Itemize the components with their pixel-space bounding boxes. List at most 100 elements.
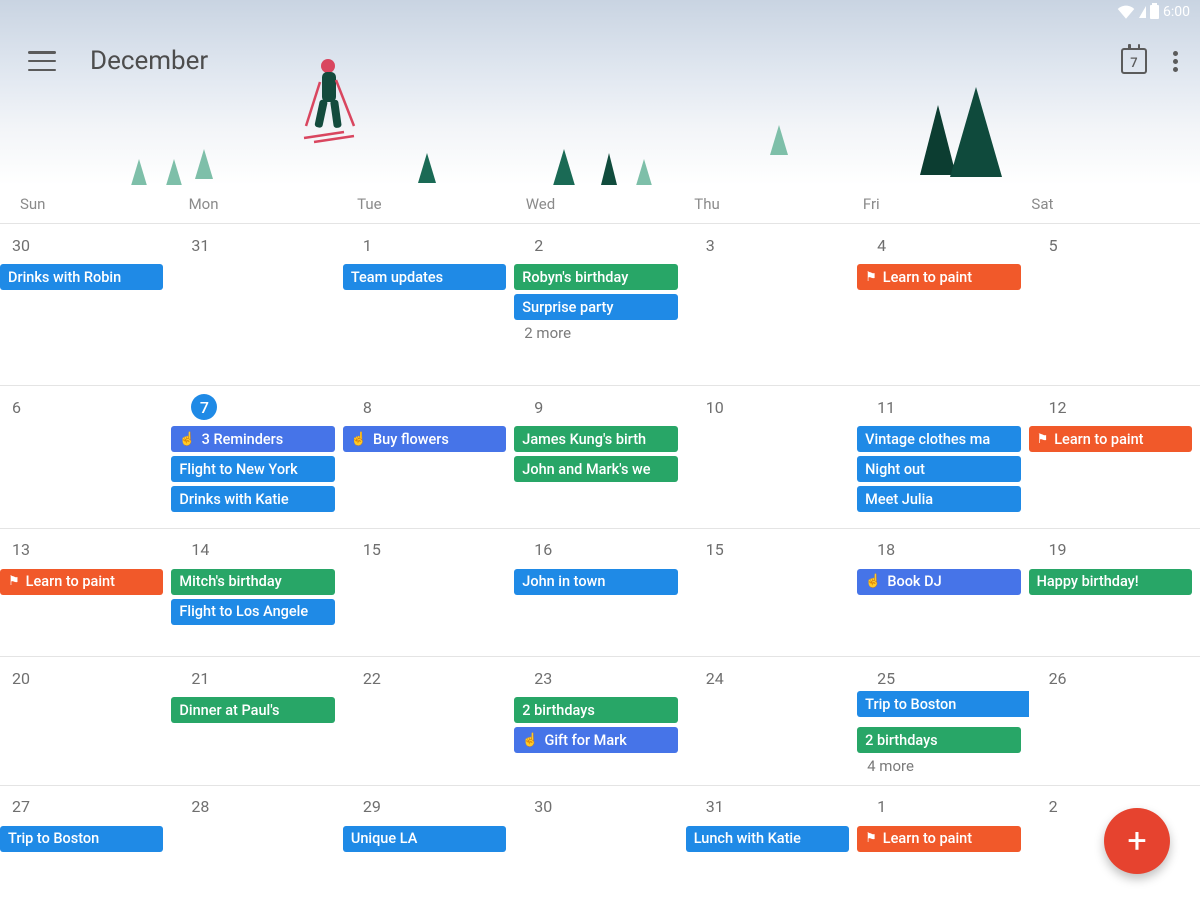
calendar-event[interactable]: James Kung's birth <box>514 426 677 452</box>
day-cell[interactable]: 12 ⚑Learn to paint <box>1029 386 1200 527</box>
weekday-header: Sat <box>1031 195 1200 213</box>
today-button[interactable]: 7 <box>1121 48 1147 74</box>
day-cell[interactable]: 15 <box>343 529 514 657</box>
events-container: ⚑Learn to paint <box>857 826 1024 852</box>
day-cell[interactable]: 1⚑Learn to paint <box>857 786 1028 900</box>
calendar-event[interactable]: Flight to Los Angele <box>171 599 334 625</box>
day-cell[interactable]: 19 Happy birthday! <box>1029 529 1200 657</box>
day-number: 30 <box>0 232 167 258</box>
day-number: 6 <box>0 394 167 420</box>
calendar-event[interactable]: Meet Julia <box>857 486 1020 512</box>
day-cell[interactable]: 2Robyn's birthdaySurprise party2 more <box>514 224 685 385</box>
day-cell[interactable]: 1Team updates <box>343 224 514 385</box>
more-events-link[interactable]: 2 more <box>514 320 681 342</box>
calendar-event[interactable]: 2 birthdays <box>857 727 1020 753</box>
event-title: 2 birthdays <box>865 732 938 749</box>
day-cell[interactable]: 232 birthdays☝Gift for Mark <box>514 657 685 785</box>
flag-icon: ⚑ <box>865 831 877 846</box>
create-event-fab[interactable]: + <box>1104 808 1170 874</box>
day-number: 9 <box>514 394 681 420</box>
day-cell[interactable]: 30 Drinks with Robin <box>0 224 171 385</box>
day-cell[interactable]: 13 ⚑Learn to paint <box>0 529 171 657</box>
calendar-event[interactable]: Happy birthday! <box>1029 569 1192 595</box>
tree-icon <box>600 153 618 185</box>
tree-icon <box>418 153 436 183</box>
day-cell[interactable]: 31 <box>171 224 342 385</box>
event-title: Book DJ <box>887 573 941 590</box>
events-container: ☝Buy flowers <box>343 426 510 452</box>
event-title: Surprise party <box>522 299 613 316</box>
calendar-event[interactable]: ☝3 Reminders <box>171 426 334 452</box>
calendar-event[interactable]: ☝Gift for Mark <box>514 727 677 753</box>
day-cell[interactable]: 14Mitch's birthdayFlight to Los Angele <box>171 529 342 657</box>
menu-button[interactable] <box>28 51 56 71</box>
calendar-event[interactable]: Dinner at Paul's <box>171 697 334 723</box>
calendar-event[interactable]: Robyn's birthday <box>514 264 677 290</box>
calendar-event[interactable]: 2 birthdays <box>514 697 677 723</box>
day-number: 26 <box>1029 665 1196 691</box>
event-title: Mitch's birthday <box>179 573 281 590</box>
tree-icon <box>770 125 788 155</box>
events-container: Drinks with Robin <box>0 264 167 290</box>
day-number: 13 <box>0 537 167 563</box>
day-number: 24 <box>686 665 853 691</box>
calendar-event[interactable]: Trip to Boston <box>0 826 163 852</box>
day-number: 12 <box>1029 394 1196 420</box>
calendar-event[interactable]: ⚑Learn to paint <box>1029 426 1192 452</box>
calendar-event[interactable]: ⚑Learn to paint <box>857 264 1020 290</box>
calendar-event[interactable]: John and Mark's we <box>514 456 677 482</box>
weekday-header: Tue <box>357 195 526 213</box>
day-cell[interactable]: 3 <box>686 224 857 385</box>
day-cell[interactable]: 28 <box>171 786 342 900</box>
more-events-link[interactable]: 4 more <box>857 753 1024 775</box>
day-cell[interactable]: 9 James Kung's birth John and Mark's we <box>514 386 685 527</box>
events-container: Team updates <box>343 264 510 290</box>
day-cell[interactable]: 25Trip to Boston2 birthdays4 more <box>857 657 1028 785</box>
overflow-menu-button[interactable] <box>1173 51 1178 72</box>
calendar-event[interactable]: ⚑Learn to paint <box>0 569 163 595</box>
day-cell[interactable]: 10 <box>686 386 857 527</box>
day-cell[interactable]: 22 <box>343 657 514 785</box>
calendar-event[interactable]: Vintage clothes ma <box>857 426 1020 452</box>
day-cell[interactable]: 16John in town <box>514 529 685 657</box>
weeks-container: 30Drinks with Robin311Team updates2Robyn… <box>0 223 1200 900</box>
day-cell[interactable]: 30 <box>514 786 685 900</box>
day-cell[interactable]: 20 <box>0 657 171 785</box>
day-number: 3 <box>686 232 853 258</box>
day-cell[interactable]: 5 <box>1029 224 1200 385</box>
calendar-event[interactable]: ☝Book DJ <box>857 569 1020 595</box>
day-number: 19 <box>1029 537 1196 563</box>
month-title[interactable]: December <box>90 46 208 76</box>
day-cell[interactable]: 15 <box>686 529 857 657</box>
calendar-event[interactable]: Night out <box>857 456 1020 482</box>
calendar-event[interactable]: ⚑Learn to paint <box>857 826 1020 852</box>
day-cell[interactable]: 7☝3 RemindersFlight to New YorkDrinks wi… <box>171 386 342 527</box>
day-cell[interactable]: 27Trip to Boston <box>0 786 171 900</box>
day-cell[interactable]: 26 <box>1029 657 1200 785</box>
day-cell[interactable]: 18☝Book DJ <box>857 529 1028 657</box>
calendar-event[interactable]: Drinks with Katie <box>171 486 334 512</box>
calendar-event[interactable]: Trip to Boston <box>857 691 1028 717</box>
event-title: Unique LA <box>351 830 417 847</box>
events-container: Happy birthday! <box>1029 569 1196 595</box>
calendar-event[interactable]: John in town <box>514 569 677 595</box>
day-cell[interactable]: 24 <box>686 657 857 785</box>
day-cell[interactable]: 4⚑Learn to paint <box>857 224 1028 385</box>
calendar-event[interactable]: Team updates <box>343 264 506 290</box>
day-cell[interactable]: 31Lunch with Katie <box>686 786 857 900</box>
calendar-event[interactable]: Unique LA <box>343 826 506 852</box>
day-cell[interactable]: 6 <box>0 386 171 527</box>
calendar-event[interactable]: Mitch's birthday <box>171 569 334 595</box>
day-cell[interactable]: 8☝Buy flowers <box>343 386 514 527</box>
week-row: 27Trip to Boston2829Unique LA3031Lunch w… <box>0 785 1200 900</box>
week-row: 2021Dinner at Paul's22232 birthdays☝Gift… <box>0 656 1200 785</box>
calendar-event[interactable]: Flight to New York <box>171 456 334 482</box>
calendar-event[interactable]: Surprise party <box>514 294 677 320</box>
day-cell[interactable]: 11Vintage clothes maNight outMeet Julia <box>857 386 1028 527</box>
calendar-event[interactable]: Drinks with Robin <box>0 264 163 290</box>
events-container: 2 birthdays ☝Gift for Mark <box>514 697 681 753</box>
day-cell[interactable]: 21Dinner at Paul's <box>171 657 342 785</box>
calendar-event[interactable]: ☝Buy flowers <box>343 426 506 452</box>
day-cell[interactable]: 29Unique LA <box>343 786 514 900</box>
calendar-event[interactable]: Lunch with Katie <box>686 826 849 852</box>
